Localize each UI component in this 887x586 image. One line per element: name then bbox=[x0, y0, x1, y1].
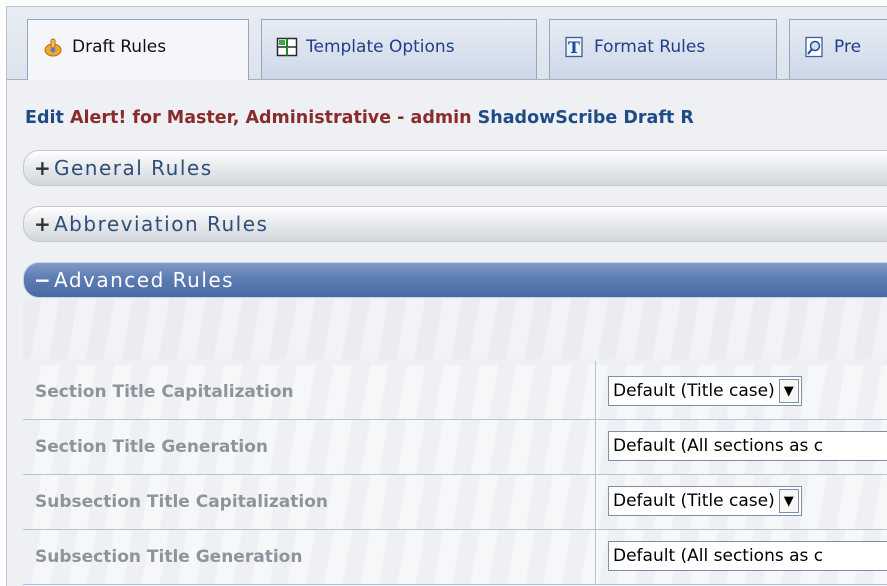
tab-format-rules[interactable]: T Format Rules bbox=[549, 19, 777, 79]
page-title-prefix: Edit bbox=[25, 108, 70, 128]
text-format-icon: T bbox=[564, 36, 586, 58]
collapse-minus-icon: − bbox=[34, 268, 51, 292]
tab-label: Format Rules bbox=[594, 36, 706, 57]
rule-label: Section Title Generation bbox=[35, 437, 269, 457]
column-divider bbox=[595, 416, 596, 475]
table-row: Subsection Title Generation Default (All… bbox=[23, 526, 887, 585]
page-title-alert: Alert! for Master, Administrative - admi… bbox=[69, 108, 472, 128]
advanced-rules-table: Section Title Capitalization Default (Ti… bbox=[23, 361, 887, 585]
expand-plus-icon: + bbox=[34, 212, 51, 236]
chevron-down-icon[interactable]: ▼ bbox=[778, 379, 799, 403]
select-value: Default (Title case) bbox=[613, 491, 775, 511]
subsection-title-capitalization-select[interactable]: Default (Title case) ▼ bbox=[608, 486, 802, 516]
preview-magnifier-icon bbox=[804, 36, 826, 58]
select-value: Default (All sections as c bbox=[613, 436, 824, 456]
panel-abbreviation-rules[interactable]: + Abbreviation Rules bbox=[23, 206, 887, 242]
section-title-capitalization-select[interactable]: Default (Title case) ▼ bbox=[608, 376, 802, 406]
panel-background bbox=[23, 299, 887, 359]
column-divider bbox=[595, 526, 596, 585]
section-title-generation-select[interactable]: Default (All sections as c bbox=[608, 431, 887, 461]
subsection-title-generation-select[interactable]: Default (All sections as c bbox=[608, 541, 887, 571]
select-value: Default (Title case) bbox=[613, 381, 775, 401]
hand-pointer-icon bbox=[42, 36, 64, 58]
select-value: Default (All sections as c bbox=[613, 546, 824, 566]
rule-label: Subsection Title Capitalization bbox=[35, 492, 329, 512]
column-divider bbox=[595, 361, 596, 420]
column-divider bbox=[595, 471, 596, 530]
tab-preview[interactable]: Pre bbox=[789, 19, 887, 79]
grid-table-icon bbox=[276, 36, 298, 58]
tab-draft-rules[interactable]: Draft Rules bbox=[27, 19, 249, 80]
tab-label: Draft Rules bbox=[72, 37, 167, 57]
page-title: Edit Alert! for Master, Administrative -… bbox=[25, 108, 694, 128]
panel-title: Advanced Rules bbox=[54, 268, 235, 292]
panel-advanced-rules[interactable]: − Advanced Rules bbox=[23, 262, 887, 298]
page-title-suffix: ShadowScribe Draft R bbox=[471, 108, 694, 128]
panel-general-rules[interactable]: + General Rules bbox=[23, 150, 887, 186]
rule-label: Subsection Title Generation bbox=[35, 547, 303, 567]
tab-template-options[interactable]: Template Options bbox=[261, 19, 537, 79]
panel-title: General Rules bbox=[54, 156, 213, 180]
table-row: Section Title Generation Default (All se… bbox=[23, 416, 887, 475]
table-row: Subsection Title Capitalization Default … bbox=[23, 471, 887, 530]
svg-text:T: T bbox=[568, 38, 580, 57]
tab-label: Pre bbox=[834, 36, 862, 57]
expand-plus-icon: + bbox=[34, 156, 51, 180]
panel-title: Abbreviation Rules bbox=[54, 212, 269, 236]
tab-label: Template Options bbox=[306, 36, 455, 57]
editor-frame: Draft Rules Template Options T Format Ru… bbox=[6, 6, 887, 586]
chevron-down-icon[interactable]: ▼ bbox=[778, 489, 799, 513]
rule-label: Section Title Capitalization bbox=[35, 382, 294, 402]
table-row: Section Title Capitalization Default (Ti… bbox=[23, 361, 887, 420]
tab-bar: Draft Rules Template Options T Format Ru… bbox=[7, 7, 887, 80]
